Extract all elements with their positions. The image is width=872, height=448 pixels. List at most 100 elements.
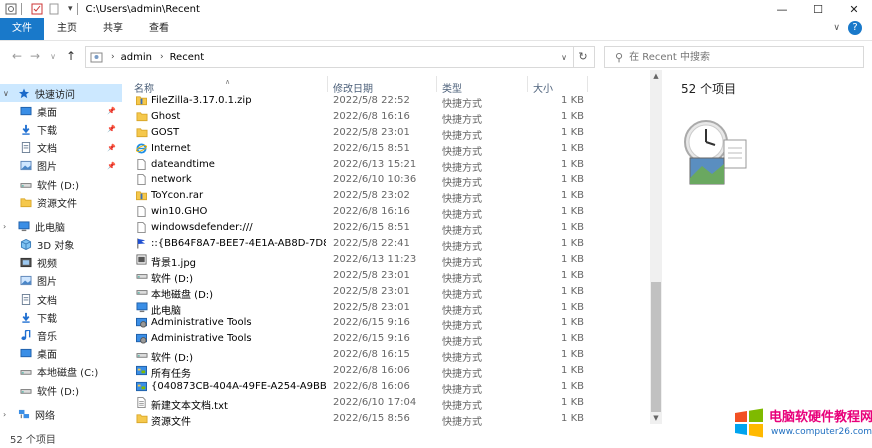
drive-icon (20, 179, 32, 190)
file-row[interactable]: 软件 (D:) 2022/5/8 23:01 快捷方式 1 KB (130, 268, 650, 285)
file-row[interactable]: network 2022/6/10 10:36 快捷方式 1 KB (130, 172, 650, 189)
scroll-down-icon[interactable]: ▼ (650, 412, 662, 424)
search-input[interactable] (627, 50, 852, 64)
file-type: 快捷方式 (442, 416, 482, 428)
title-bar: ▾ C:\Users\admin\Recent — ☐ ✕ (0, 0, 872, 18)
file-size: 1 KB (561, 365, 584, 377)
expand-ribbon-icon[interactable]: ∨ (833, 23, 840, 33)
sidebar-item[interactable]: 本地磁盘 (C:) (0, 363, 122, 381)
file-name: Administrative Tools (151, 317, 252, 329)
sidebar-item[interactable]: ∨ 快速访问 (0, 84, 122, 103)
toolbar-separator (21, 3, 22, 15)
file-rows: FileZilla-3.17.0.1.zip 2022/5/8 22:52 快捷方式… (130, 93, 650, 428)
file-row[interactable]: FileZilla-3.17.0.1.zip 2022/5/8 22:52 快捷方式… (130, 93, 650, 110)
vertical-scrollbar[interactable]: ▲ ▼ (650, 70, 662, 424)
file-name: 所有任务 (151, 369, 191, 381)
file-row[interactable]: windowsdefender:/// 2022/6/15 8:51 快捷方式 1 K… (130, 220, 650, 237)
drive-icon (20, 366, 32, 377)
file-row[interactable]: Administrative Tools 2022/6/15 9:16 快捷方式 1 … (130, 315, 650, 332)
tab-view[interactable]: 查看 (136, 18, 182, 40)
sidebar-item[interactable]: 软件 (D:) (0, 381, 122, 399)
file-row[interactable]: Internet 2022/6/15 8:51 快捷方式 1 KB (130, 141, 650, 158)
chevron-right-icon[interactable]: › (160, 52, 164, 62)
new-folder-icon[interactable] (48, 3, 60, 15)
sidebar-item-label: 本地磁盘 (C:) (37, 368, 99, 380)
column-separator[interactable] (527, 76, 528, 92)
tools-icon (136, 333, 147, 344)
file-row[interactable]: ToYcon.rar 2022/5/8 23:02 快捷方式 1 KB (130, 188, 650, 206)
help-icon[interactable]: ? (848, 21, 862, 35)
sidebar-item[interactable]: › 网络 (0, 405, 122, 423)
sidebar-item[interactable]: 文档 📌 (0, 139, 122, 157)
file-row[interactable]: Ghost 2022/6/8 16:16 快捷方式 1 KB (130, 109, 650, 126)
file-row[interactable]: {040873CB-404A-49FE-A254-A9BB9C... 2022/6… (130, 379, 650, 396)
sidebar-item[interactable]: 下载 📌 (0, 120, 122, 138)
minimize-button[interactable]: — (764, 0, 800, 18)
tab-home[interactable]: 主页 (44, 18, 90, 40)
file-name: Internet (151, 142, 191, 154)
column-separator[interactable] (327, 76, 328, 92)
sidebar-item-label: 资源文件 (37, 198, 77, 210)
address-bar[interactable]: › admin › Recent ∨ (85, 46, 574, 68)
sidebar-item[interactable]: 音乐 (0, 326, 122, 344)
file-size: 1 KB (561, 206, 584, 218)
file-row[interactable]: 所有任务 2022/6/8 16:06 快捷方式 1 KB (130, 363, 650, 381)
expand-chevron-icon[interactable]: › (3, 410, 6, 419)
scroll-thumb[interactable] (651, 282, 661, 412)
file-date: 2022/6/15 9:16 (333, 317, 410, 329)
file-row[interactable]: ::{BB64F8A7-BEE7-4E1A-AB8D-7D827... 2022/… (130, 236, 650, 253)
sidebar-item[interactable]: 软件 (D:) (0, 175, 122, 193)
close-button[interactable]: ✕ (836, 0, 872, 18)
sidebar-item[interactable]: 3D 对象 (0, 236, 122, 254)
file-row[interactable]: win10.GHO 2022/6/8 16:16 快捷方式 1 KB (130, 204, 650, 221)
breadcrumb-recent[interactable]: Recent (170, 52, 205, 63)
sidebar-item[interactable]: 图片 (0, 272, 122, 290)
file-row[interactable]: 软件 (D:) 2022/6/8 16:15 快捷方式 1 KB (130, 347, 650, 364)
sidebar-item[interactable]: 视频 (0, 254, 122, 272)
scroll-up-icon[interactable]: ▲ (650, 70, 662, 82)
file-row[interactable]: 本地磁盘 (D:) 2022/5/8 23:01 快捷方式 1 KB (130, 284, 650, 301)
quick-access-dropdown-icon[interactable]: ▾ (68, 4, 73, 14)
file-type: 快捷方式 (442, 194, 482, 206)
recent-locations-icon[interactable]: ∨ (44, 52, 62, 61)
file-name: GOST (151, 126, 180, 138)
maximize-button[interactable]: ☐ (800, 0, 836, 18)
refresh-button[interactable]: ↻ (572, 46, 595, 68)
file-row[interactable]: 此电脑 2022/5/8 23:01 快捷方式 1 KB (130, 300, 650, 317)
sidebar-item[interactable]: 桌面 📌 (0, 102, 122, 120)
sidebar-item[interactable]: › 此电脑 (0, 217, 122, 235)
breadcrumb-admin[interactable]: admin (121, 52, 152, 63)
search-box[interactable]: ⚲ (604, 46, 864, 68)
file-row[interactable]: Administrative Tools 2022/6/15 9:16 快捷方式 1 … (130, 331, 650, 349)
sidebar-item[interactable]: 资源文件 (0, 193, 122, 211)
tab-file[interactable]: 文件 (0, 18, 44, 40)
file-row[interactable]: 新建文本文档.txt 2022/6/10 17:04 快捷方式 1 KB (130, 395, 650, 412)
windows-logo-icon (735, 408, 763, 438)
sidebar-item[interactable]: 图片 📌 (0, 157, 122, 175)
properties-icon[interactable] (5, 3, 17, 15)
pin-icon: 📌 (107, 143, 116, 152)
file-row[interactable]: 资源文件 2022/6/15 8:56 快捷方式 1 KB (130, 411, 650, 428)
expand-chevron-icon[interactable]: › (3, 222, 6, 231)
up-button[interactable]: ↑ (62, 49, 80, 63)
sidebar-item-label: 视频 (37, 259, 57, 271)
expand-chevron-icon[interactable]: ∨ (3, 89, 9, 98)
file-name: 此电脑 (151, 305, 181, 317)
sidebar-item[interactable]: 文档 (0, 290, 122, 308)
column-separator[interactable] (587, 76, 588, 92)
back-button[interactable]: ← (8, 49, 26, 63)
file-row[interactable]: dateandtime 2022/6/13 15:21 快捷方式 1 KB (130, 157, 650, 174)
sidebar-item[interactable]: 桌面 (0, 345, 122, 363)
chevron-right-icon[interactable]: › (111, 52, 115, 62)
tab-share[interactable]: 共享 (90, 18, 136, 40)
address-dropdown-icon[interactable]: ∨ (561, 53, 567, 62)
control-panel-icon (136, 365, 147, 376)
file-row[interactable]: 背景1.jpg 2022/6/13 11:23 快捷方式 1 KB (130, 252, 650, 269)
sidebar-item[interactable]: 下载 (0, 308, 122, 326)
file-type: 快捷方式 (442, 337, 482, 349)
column-separator[interactable] (436, 76, 437, 92)
file-row[interactable]: GOST 2022/5/8 23:01 快捷方式 1 KB (130, 125, 650, 142)
forward-button[interactable]: → (26, 49, 44, 63)
desktop-icon (20, 106, 32, 117)
checkmark-icon[interactable] (31, 3, 43, 15)
